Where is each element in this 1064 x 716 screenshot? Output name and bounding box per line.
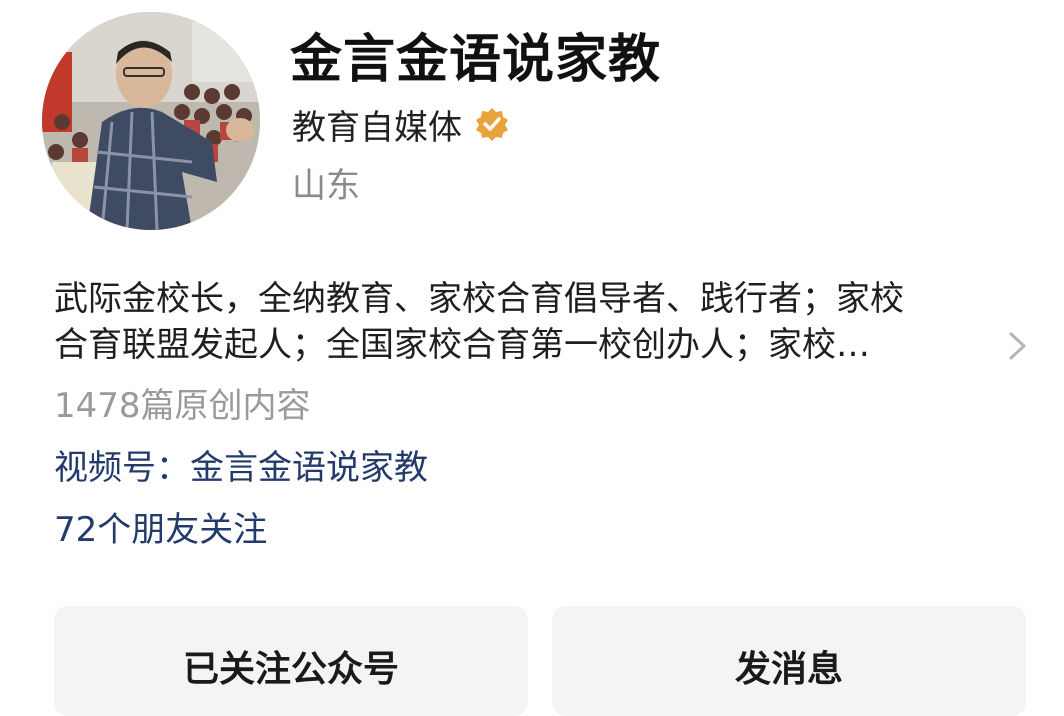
account-name: 金言金语说家教 (290, 30, 662, 90)
send-message-button[interactable]: 发消息 (552, 606, 1026, 716)
followed-account-label: 已关注公众号 (182, 649, 399, 690)
region-label: 山东 (292, 166, 360, 206)
friends-following-link[interactable]: 72个朋友关注 (54, 506, 267, 554)
avatar[interactable] (42, 12, 260, 230)
bio-line-2: 合育联盟发起人；全国家校合育第一校创办人；家校… (54, 325, 870, 365)
bio-line-1: 武际金校长，全纳教育、家校合育倡导者、践行者；家校 (54, 279, 904, 319)
send-message-label: 发消息 (734, 649, 843, 690)
avatar-photo (42, 12, 260, 230)
account-type: 教育自媒体 (292, 107, 462, 148)
bio-text[interactable]: 武际金校长，全纳教育、家校合育倡导者、践行者；家校 合育联盟发起人；全国家校合育… (54, 276, 1014, 368)
original-content-count: 1478篇原创内容 (54, 386, 311, 426)
account-type-row: 教育自媒体 (292, 100, 510, 148)
followed-account-button[interactable]: 已关注公众号 (54, 606, 528, 716)
video-channel-link[interactable]: 视频号：金言金语说家教 (54, 444, 428, 492)
chevron-right-icon[interactable] (1006, 326, 1030, 366)
verified-badge-icon (476, 108, 508, 141)
